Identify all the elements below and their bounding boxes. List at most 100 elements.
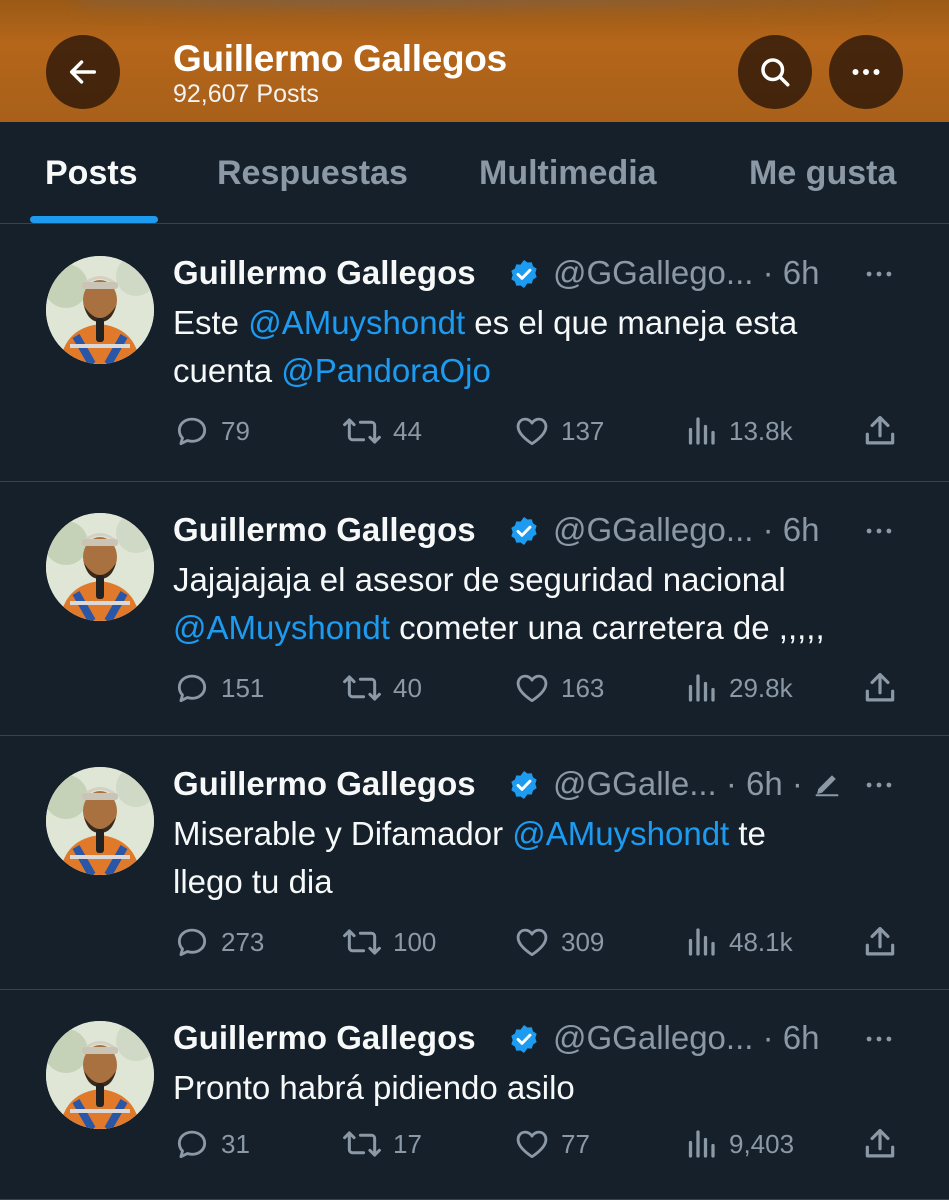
- reply-count: 151: [221, 672, 265, 703]
- like-button[interactable]: 77: [513, 1124, 590, 1164]
- edited-pencil-icon[interactable]: [812, 769, 842, 799]
- views-icon: [688, 1130, 715, 1158]
- like-button[interactable]: 137: [513, 411, 604, 451]
- post-more-button[interactable]: [862, 257, 896, 296]
- author-handle[interactable]: @GGallego... · 6h: [553, 254, 819, 292]
- author-handle[interactable]: @GGalle... · 6h ·: [553, 765, 842, 803]
- post[interactable]: Guillermo Gallegos @GGalle... · 6h · Mis…: [0, 736, 949, 990]
- reply-button[interactable]: 31: [173, 1124, 250, 1164]
- author-name[interactable]: Guillermo Gallegos: [173, 765, 476, 803]
- post-text: Jajajajaja el asesor de seguridad nacion…: [173, 556, 913, 652]
- profile-header: Guillermo Gallegos 92,607 Posts: [0, 0, 949, 122]
- author-handle-text[interactable]: @GGallego...: [553, 1019, 753, 1056]
- avatar[interactable]: [46, 513, 154, 621]
- share-icon: [865, 1128, 895, 1158]
- post-text-line: llego tu dia: [173, 863, 333, 900]
- avatar[interactable]: [46, 1021, 154, 1129]
- post-text: Este @AMuyshondt es el que maneja esta c…: [173, 299, 913, 395]
- author-handle-text[interactable]: @GGallego...: [553, 511, 753, 548]
- views-icon: [688, 674, 715, 702]
- heart-icon: [516, 417, 548, 446]
- post-time[interactable]: 6h: [783, 1019, 820, 1056]
- like-button[interactable]: 309: [513, 922, 604, 962]
- repost-icon: [343, 929, 381, 955]
- reply-button[interactable]: 79: [173, 411, 250, 451]
- search-button[interactable]: [738, 35, 812, 109]
- avatar[interactable]: [46, 256, 154, 364]
- tab-likes[interactable]: Me gusta: [749, 154, 896, 193]
- like-button[interactable]: 163: [513, 668, 604, 708]
- reply-button[interactable]: 273: [173, 922, 264, 962]
- views-button[interactable]: 48.1k: [683, 922, 793, 962]
- repost-count: 100: [393, 926, 437, 957]
- post-text-line: cuenta @PandoraOjo: [173, 352, 491, 389]
- repost-button[interactable]: 44: [341, 411, 422, 451]
- like-count: 309: [561, 926, 605, 957]
- views-icon: [688, 417, 715, 445]
- tab-posts[interactable]: Posts: [45, 154, 138, 193]
- separator: ·: [753, 254, 783, 291]
- share-button[interactable]: [861, 1124, 909, 1164]
- views-button[interactable]: 13.8k: [683, 411, 793, 451]
- post-time[interactable]: 6h: [746, 765, 783, 802]
- post-time[interactable]: 6h: [783, 511, 820, 548]
- post-time[interactable]: 6h: [783, 254, 820, 291]
- post-text-line: @AMuyshondt cometer una carretera de ,,,…: [173, 609, 825, 646]
- post[interactable]: Guillermo Gallegos @GGallego... · 6h Est…: [0, 225, 949, 482]
- post-more-button[interactable]: [862, 768, 896, 807]
- more-horizontal-icon: [866, 782, 892, 788]
- more-options-button[interactable]: [829, 35, 903, 109]
- repost-button[interactable]: 40: [341, 668, 422, 708]
- author-name[interactable]: Guillermo Gallegos: [173, 511, 476, 549]
- like-count: 77: [561, 1128, 590, 1159]
- profile-tabs: Posts Respuestas Multimedia Me gusta: [0, 122, 949, 224]
- reply-button[interactable]: 151: [173, 668, 264, 708]
- more-horizontal-icon: [866, 1036, 892, 1042]
- mention-link[interactable]: @AMuyshondt: [173, 609, 390, 646]
- back-button[interactable]: [46, 35, 120, 109]
- views-button[interactable]: 9,403: [683, 1124, 794, 1164]
- share-button[interactable]: [861, 668, 909, 708]
- arrow-left-icon: [69, 60, 97, 84]
- author-name[interactable]: Guillermo Gallegos: [173, 1019, 476, 1057]
- like-count: 163: [561, 672, 605, 703]
- view-count: 9,403: [729, 1128, 795, 1159]
- author-handle-text[interactable]: @GGallego...: [553, 254, 753, 291]
- avatar[interactable]: [46, 767, 154, 875]
- reply-count: 273: [221, 926, 265, 957]
- reply-count: 79: [221, 415, 250, 446]
- tab-replies[interactable]: Respuestas: [217, 154, 408, 193]
- view-count: 48.1k: [729, 926, 793, 957]
- author-handle[interactable]: @GGallego... · 6h: [553, 1019, 819, 1057]
- post-actions: 151 40 163 29.8k: [173, 668, 913, 708]
- header-banner-blur: [80, 0, 880, 20]
- post[interactable]: Guillermo Gallegos @GGallego... · 6h Pro…: [0, 990, 949, 1200]
- verified-badge-icon: [511, 771, 537, 799]
- heart-icon: [516, 1130, 548, 1159]
- share-icon: [865, 672, 895, 702]
- more-horizontal-icon: [852, 69, 880, 75]
- mention-link[interactable]: @AMuyshondt: [248, 304, 465, 341]
- post[interactable]: Guillermo Gallegos @GGallego... · 6h Jaj…: [0, 482, 949, 736]
- views-button[interactable]: 29.8k: [683, 668, 793, 708]
- view-count: 29.8k: [729, 672, 793, 703]
- author-handle[interactable]: @GGallego... · 6h: [553, 511, 819, 549]
- author-name[interactable]: Guillermo Gallegos: [173, 254, 476, 292]
- active-tab-indicator: [30, 216, 158, 223]
- share-button[interactable]: [861, 922, 909, 962]
- post-text-line: Este @AMuyshondt es el que maneja esta: [173, 304, 798, 341]
- repost-button[interactable]: 100: [341, 922, 436, 962]
- post-more-button[interactable]: [862, 1022, 896, 1061]
- mention-link[interactable]: @AMuyshondt: [512, 815, 729, 852]
- separator: ·: [782, 765, 813, 802]
- repost-button[interactable]: 17: [341, 1124, 422, 1164]
- mention-link[interactable]: @PandoraOjo: [281, 352, 491, 389]
- author-handle-text[interactable]: @GGalle...: [553, 765, 717, 802]
- post-more-button[interactable]: [862, 514, 896, 553]
- separator: ·: [716, 765, 747, 802]
- share-button[interactable]: [861, 411, 909, 451]
- view-count: 13.8k: [729, 415, 793, 446]
- more-horizontal-icon: [866, 528, 892, 534]
- tab-media[interactable]: Multimedia: [479, 154, 657, 193]
- post-text-line: Pronto habrá pidiendo asilo: [173, 1069, 575, 1106]
